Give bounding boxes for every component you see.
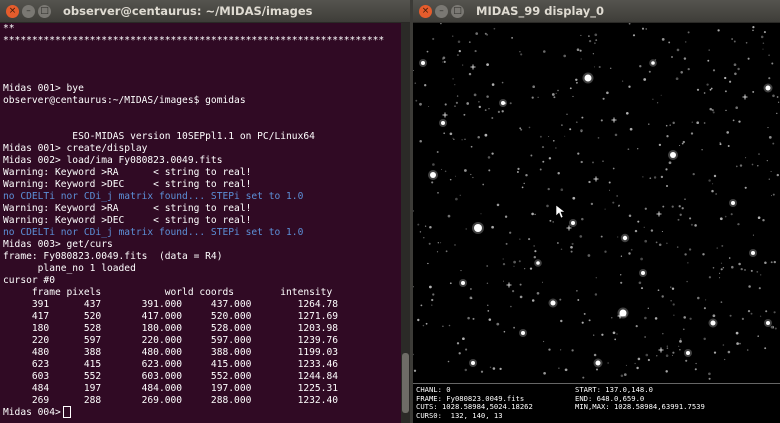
terminal-line: cursor #0	[3, 275, 55, 286]
terminal-titlebar[interactable]: × – □ observer@centaurus: ~/MIDAS/images	[0, 0, 410, 23]
display-info-panel: CHANL: 0 FRAME: Fy080823.0049.fits CUTS:…	[413, 383, 780, 423]
star	[441, 121, 445, 125]
terminal-line: no CDELTi nor CDi_j matrix found... STEP…	[3, 191, 304, 202]
terminal-line: Warning: Keyword >RA < string to real!	[3, 203, 252, 214]
image-canvas[interactable]	[413, 23, 780, 383]
terminal-line: 484 197 484.000 197.000 1225.31	[3, 383, 339, 394]
terminal-line: Warning: Keyword >DEC < string to real!	[3, 179, 252, 190]
star	[710, 320, 716, 326]
star	[536, 261, 540, 265]
scrollbar-thumb[interactable]	[402, 353, 409, 413]
text-cursor	[62, 406, 71, 418]
close-icon[interactable]: ×	[6, 4, 19, 18]
maximize-icon[interactable]: □	[38, 4, 51, 18]
terminal-line: no CDELTi nor CDi_j matrix found... STEP…	[3, 227, 304, 238]
maximize-icon[interactable]: □	[451, 4, 464, 18]
terminal-line: plane_no 1 loaded	[3, 263, 136, 274]
star	[641, 271, 645, 275]
star	[619, 309, 627, 317]
terminal-title: observer@centaurus: ~/MIDAS/images	[63, 4, 313, 18]
minimize-icon[interactable]: –	[22, 4, 35, 18]
star	[584, 74, 592, 82]
terminal-line: observer@centaurus:~/MIDAS/images$ gomid…	[3, 95, 246, 106]
info-curs0: CURS0: 132, 140, 13	[416, 410, 503, 420]
star	[421, 61, 425, 65]
terminal-line: **	[3, 23, 15, 34]
minimize-icon[interactable]: –	[435, 4, 448, 18]
terminal-line: 220 597 220.000 597.000 1239.76	[3, 335, 339, 346]
terminal-line: frame: Fy080823.0049.fits (data = R4)	[3, 251, 223, 262]
display-titlebar[interactable]: × – □ MIDAS_99 display_0	[413, 0, 780, 23]
terminal-line: 391 437 391.000 437.000 1264.78	[3, 299, 339, 310]
star	[765, 85, 771, 91]
prompt-text: Midas 004>	[3, 407, 61, 418]
star	[651, 61, 655, 65]
star	[501, 101, 505, 105]
star	[571, 221, 575, 225]
star	[766, 321, 770, 325]
cursor-mark	[470, 64, 476, 70]
cursor-mark	[442, 112, 448, 118]
terminal-line: frame pixels world coords intensity	[3, 287, 333, 298]
star	[474, 224, 482, 232]
star	[430, 172, 436, 178]
terminal-line: Midas 001> bye	[3, 83, 84, 94]
star	[731, 201, 735, 205]
terminal-line: 480 388 480.000 388.000 1199.03	[3, 347, 339, 358]
terminal-line: 603 552 603.000 552.000 1244.84	[3, 371, 339, 382]
cursor-mark	[742, 94, 748, 100]
terminal-output[interactable]: ** **************************************…	[0, 23, 400, 423]
terminal-line: ESO-MIDAS version 10SEPpl1.1 on PC/Linux…	[3, 131, 315, 142]
terminal-line: Warning: Keyword >RA < string to real!	[3, 167, 252, 178]
terminal-line: Midas 002> load/ima Fy080823.0049.fits	[3, 155, 223, 166]
terminal-line: 417 520 417.000 520.000 1271.69	[3, 311, 339, 322]
star	[550, 300, 556, 306]
star	[461, 281, 465, 285]
cursor-mark	[593, 176, 599, 182]
display-title: MIDAS_99 display_0	[476, 4, 605, 18]
terminal-line: 623 415 623.000 415.000 1233.46	[3, 359, 339, 370]
cursor-mark	[506, 282, 512, 288]
cursor-mark	[656, 211, 662, 217]
star	[751, 251, 755, 255]
terminal-window[interactable]: × – □ observer@centaurus: ~/MIDAS/images…	[0, 0, 410, 423]
terminal-prompt[interactable]: Midas 004>	[3, 406, 71, 418]
close-icon[interactable]: ×	[419, 4, 432, 18]
terminal-line: Warning: Keyword >DEC < string to real!	[3, 215, 252, 226]
info-minmax: MIN,MAX: 1028.58984,63991.7539	[575, 402, 705, 411]
terminal-line: 180 528 180.000 528.000 1203.98	[3, 323, 339, 334]
star	[521, 331, 525, 335]
star	[595, 360, 601, 366]
terminal-line: Midas 001> create/display	[3, 143, 148, 154]
mouse-pointer-icon	[555, 204, 566, 219]
terminal-line: Midas 003> get/curs	[3, 239, 113, 250]
cursor-mark	[658, 347, 664, 353]
star	[471, 361, 475, 365]
cursor-mark	[611, 117, 617, 123]
star	[686, 351, 690, 355]
terminal-scrollbar[interactable]	[401, 23, 410, 423]
terminal-line: ****************************************…	[3, 35, 385, 46]
star	[670, 152, 676, 158]
star	[622, 235, 628, 241]
midas-display-window[interactable]: × – □ MIDAS_99 display_0 CHANL: 0 FRAME:…	[413, 0, 780, 423]
